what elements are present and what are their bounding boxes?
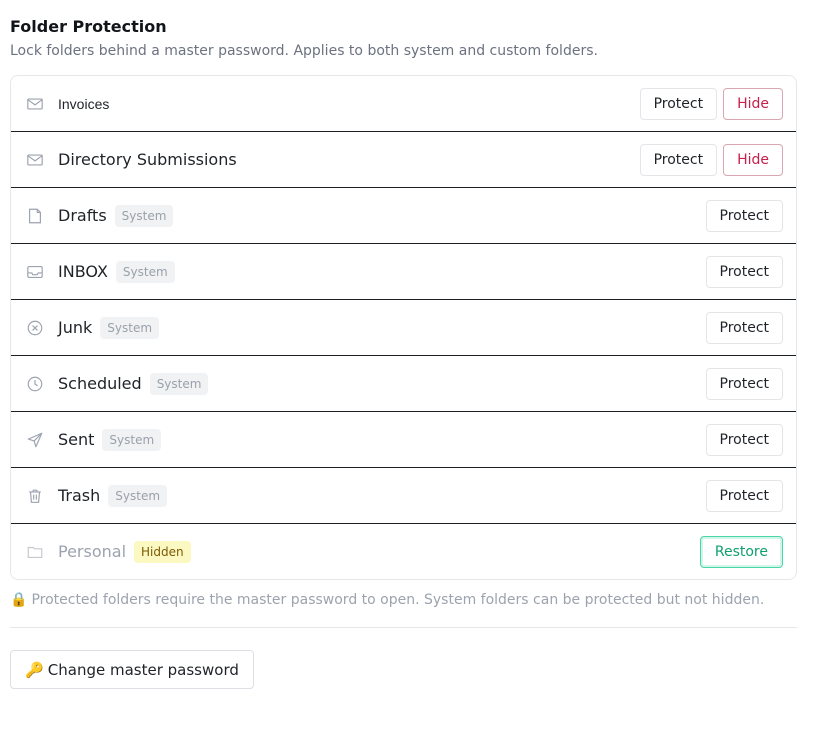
protection-note-text: Protected folders require the master pas… (31, 592, 765, 608)
system-badge: System (108, 484, 168, 507)
protect-button[interactable]: Protect (705, 199, 783, 232)
protect-button[interactable]: Protect (639, 143, 718, 176)
restore-button[interactable]: Restore (699, 535, 783, 568)
folder-row-directory-submissions: Directory Submissions Protect Hide (11, 132, 796, 188)
protect-button[interactable]: Protect (705, 311, 783, 344)
page-subtitle: Lock folders behind a master password. A… (10, 43, 598, 59)
folder-name: Sent (58, 430, 95, 449)
hide-button[interactable]: Hide (723, 87, 783, 120)
folder-row-sent: Sent System Protect (11, 412, 796, 468)
envelope-icon (25, 150, 45, 170)
system-badge: System (100, 316, 160, 339)
folder-row-personal: Personal Hidden Restore (11, 524, 796, 579)
circle-x-icon (25, 318, 45, 338)
hidden-badge: Hidden (134, 540, 191, 563)
change-master-password-label: Change master password (47, 660, 239, 679)
folder-row-drafts: Drafts System Protect (11, 188, 796, 244)
folder-row-junk: Junk System Protect (11, 300, 796, 356)
folder-row-inbox: INBOX System Protect (11, 244, 796, 300)
folder-name: Scheduled (58, 374, 142, 393)
lock-icon: 🔒 (10, 592, 28, 608)
folder-row-invoices: Invoices Protect Hide (11, 76, 796, 132)
protect-button[interactable]: Protect (705, 255, 783, 288)
protect-button[interactable]: Protect (705, 367, 783, 400)
folder-protection-panel: Folder Protection Lock folders behind a … (10, 16, 797, 689)
inbox-icon (25, 262, 45, 282)
hide-button[interactable]: Hide (723, 143, 783, 176)
folder-row-scheduled: Scheduled System Protect (11, 356, 796, 412)
divider (10, 627, 797, 628)
protection-note: 🔒 Protected folders require the master pa… (10, 590, 797, 610)
system-badge: System (149, 372, 209, 395)
document-icon (25, 206, 45, 226)
clock-icon (25, 374, 45, 394)
change-master-password-button[interactable]: 🔑 Change master password (10, 650, 254, 689)
folder-list: Invoices Protect Hide Directory Submissi… (10, 75, 797, 580)
folder-row-trash: Trash System Protect (11, 468, 796, 524)
folder-name: Personal (58, 542, 127, 561)
folder-name: Directory Submissions (58, 150, 237, 169)
folder-name: INBOX (58, 262, 108, 281)
protect-button[interactable]: Protect (639, 87, 718, 120)
folder-icon (25, 542, 45, 562)
folder-name: Invoices (58, 95, 110, 112)
protect-button[interactable]: Protect (705, 423, 783, 456)
system-badge: System (115, 260, 175, 283)
trash-icon (25, 486, 45, 506)
folder-name: Drafts (58, 206, 107, 225)
system-badge: System (102, 428, 162, 451)
protect-button[interactable]: Protect (705, 479, 783, 512)
envelope-icon (25, 94, 45, 114)
folder-name: Trash (58, 486, 101, 505)
system-badge: System (114, 204, 174, 227)
send-icon (25, 430, 45, 450)
page-title: Folder Protection (10, 17, 167, 36)
folder-name: Junk (58, 318, 93, 337)
key-icon: 🔑 (25, 660, 44, 679)
